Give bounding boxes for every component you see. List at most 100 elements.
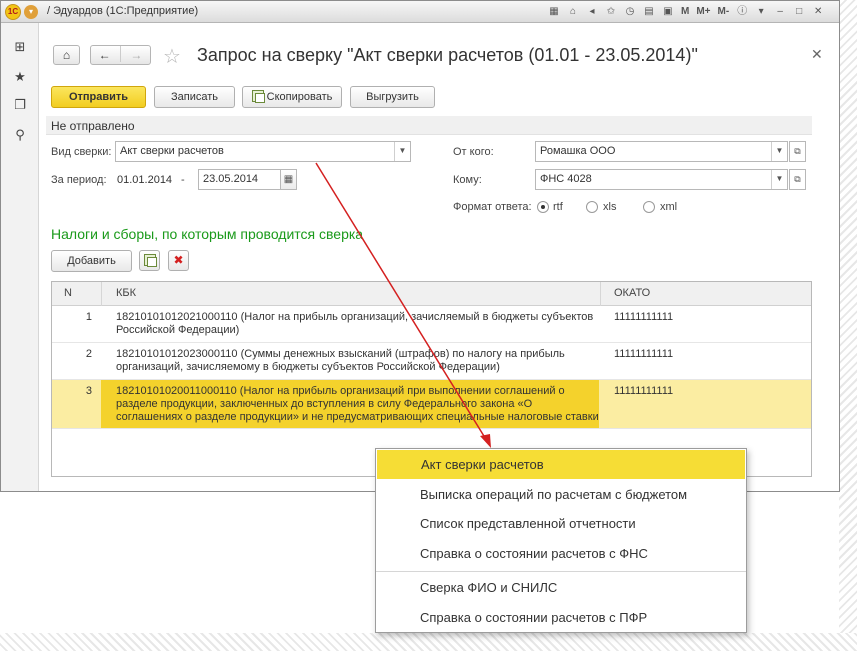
sections-panel: ⊞ ★ ❐ ⚲ (1, 23, 39, 491)
documents-icon[interactable]: ❐ (12, 97, 28, 113)
period-to-field[interactable]: 23.05.2014 (198, 169, 282, 190)
copy-icon (251, 90, 265, 103)
calculator-icon[interactable]: ▤ (641, 4, 657, 20)
memory-plus-button[interactable]: M+ (694, 4, 712, 20)
row-number: 1 (85, 311, 92, 323)
add-button[interactable]: Добавить (51, 250, 132, 272)
table-header: N КБК ОКАТО (52, 282, 811, 306)
copy-button[interactable]: Скопировать (242, 86, 342, 108)
window-title: / Эдуардов (1С:Предприятие) (47, 5, 199, 17)
column-header-okato[interactable]: ОКАТО (614, 287, 650, 299)
row-kbk: 18210101012023000110 (Суммы денежных взы… (116, 348, 565, 373)
memory-m-button[interactable]: M (679, 4, 691, 20)
row-number: 3 (85, 385, 92, 397)
main-menu-icon[interactable]: ▾ (24, 5, 38, 19)
send-button[interactable]: Отправить (51, 86, 146, 108)
format-xls-label[interactable]: xls (603, 201, 616, 213)
to-value: ФНС 4028 (540, 173, 592, 185)
info-icon[interactable]: ⓘ (734, 4, 750, 20)
period-dash: - (181, 174, 185, 186)
row-okato: 11111111111 (614, 385, 674, 397)
arrow-left-icon[interactable]: ← (99, 48, 111, 62)
open-icon[interactable]: ⧉ (789, 141, 806, 162)
column-divider (600, 282, 601, 306)
favorites-star-icon[interactable]: ★ (12, 69, 28, 85)
close-form-icon[interactable]: ✕ (811, 46, 823, 63)
period-from-value[interactable]: 01.01.2014 (117, 174, 172, 186)
export-button[interactable]: Выгрузить (350, 86, 435, 108)
torn-edge-bottom (0, 633, 857, 651)
save-button[interactable]: Записать (154, 86, 235, 108)
dropdown-separator (376, 571, 746, 572)
nav-divider (120, 46, 121, 62)
dropdown-item-2[interactable]: Список представленной отчетности (376, 509, 746, 538)
section-title: Налоги и сборы, по которым проводится св… (51, 226, 364, 242)
from-field[interactable]: Ромашка ООО ▼ (535, 141, 788, 162)
row-number: 2 (85, 348, 92, 360)
row-kbk: 18210101020011000110 (Налог на прибыль о… (116, 385, 599, 423)
format-radio-xml[interactable] (643, 201, 655, 213)
home-icon[interactable]: ⌂ (565, 4, 581, 20)
memory-minus-button[interactable]: M- (716, 4, 732, 20)
delete-row-button[interactable]: ✖ (168, 250, 189, 271)
to-field[interactable]: ФНС 4028 ▼ (535, 169, 788, 190)
dropdown-item-3[interactable]: Справка о состоянии расчетов с ФНС (376, 539, 746, 568)
format-rtf-label[interactable]: rtf (553, 201, 563, 213)
history-icon[interactable]: ◷ (622, 4, 638, 20)
column-header-n[interactable]: N (64, 287, 72, 299)
copy-button-label: Скопировать (266, 91, 333, 103)
from-value: Ромашка ООО (540, 145, 616, 157)
favorite-icon[interactable]: ✩ (603, 4, 619, 20)
back-forward-buttons[interactable]: ← → (90, 45, 151, 65)
open-icon[interactable]: ⧉ (789, 169, 806, 190)
calendar-picker-icon[interactable]: ▦ (280, 169, 297, 190)
torn-edge-right (839, 0, 857, 651)
favorite-star-icon[interactable]: ☆ (163, 44, 181, 69)
period-label: За период: (51, 174, 107, 186)
minimize-icon[interactable]: – (772, 4, 788, 20)
recon-type-field[interactable]: Акт сверки расчетов ▼ (115, 141, 411, 162)
format-xml-label[interactable]: xml (660, 201, 677, 213)
home-button[interactable]: ⌂ (53, 45, 80, 65)
title-bar: 1С ▾ / Эдуардов (1С:Предприятие) ▦ ⌂ ◂ ✩… (1, 1, 839, 23)
row-kbk: 18210101012021000110 (Налог на прибыль о… (116, 311, 594, 336)
format-radio-xls[interactable] (586, 201, 598, 213)
search-icon[interactable]: ⚲ (12, 127, 28, 143)
maximize-icon[interactable]: □ (791, 4, 807, 20)
column-header-kbk[interactable]: КБК (116, 287, 136, 299)
copy-row-button[interactable] (139, 250, 160, 271)
chevron-down-icon[interactable]: ▼ (771, 142, 787, 161)
page-title: Запрос на сверку "Акт сверки расчетов (0… (197, 45, 698, 65)
table-row-selected[interactable]: 3 18210101020011000110 (Налог на прибыль… (52, 380, 811, 429)
format-radio-rtf[interactable] (537, 201, 549, 213)
table-row[interactable]: 1 18210101012021000110 (Налог на прибыль… (52, 306, 811, 343)
dropdown-icon[interactable]: ▾ (753, 4, 769, 20)
close-window-icon[interactable]: ✕ (810, 4, 826, 20)
from-label: От кого: (453, 146, 494, 158)
arrow-right-icon[interactable]: → (130, 48, 142, 62)
dropdown-item-5[interactable]: Справка о состоянии расчетов с ПФР (376, 603, 746, 632)
calendar-icon[interactable]: ▣ (660, 4, 676, 20)
home-nav-icon: ⌂ (62, 48, 71, 62)
grid-icon[interactable]: ▦ (546, 4, 562, 20)
to-label: Кому: (453, 174, 482, 186)
app-logo-icon[interactable]: 1С (5, 4, 21, 20)
row-okato: 11111111111 (614, 311, 674, 323)
dropdown-item-1[interactable]: Выписка операций по расчетам с бюджетом (376, 480, 746, 509)
recon-type-dropdown: Акт сверки расчетов Выписка операций по … (375, 448, 747, 633)
chevron-down-icon[interactable]: ▼ (771, 170, 787, 189)
column-divider (101, 282, 102, 306)
table-row[interactable]: 2 18210101012023000110 (Суммы денежных в… (52, 343, 811, 380)
title-toolbar: ▦ ⌂ ◂ ✩ ◷ ▤ ▣ M M+ M- ⓘ ▾ – □ ✕ (546, 4, 826, 20)
dropdown-item-4[interactable]: Сверка ФИО и СНИЛС (376, 573, 746, 602)
chevron-down-icon[interactable]: ▼ (394, 142, 410, 161)
sections-grid-icon[interactable]: ⊞ (12, 39, 28, 55)
delete-icon: ✖ (173, 253, 184, 267)
copy-row-icon (143, 254, 157, 267)
status-text: Не отправлено (51, 119, 135, 133)
dropdown-item-0[interactable]: Акт сверки расчетов (377, 450, 745, 479)
recon-type-value: Акт сверки расчетов (120, 145, 224, 157)
row-okato: 11111111111 (614, 348, 674, 360)
back-icon[interactable]: ◂ (584, 4, 600, 20)
recon-type-label: Вид сверки: (51, 146, 112, 158)
